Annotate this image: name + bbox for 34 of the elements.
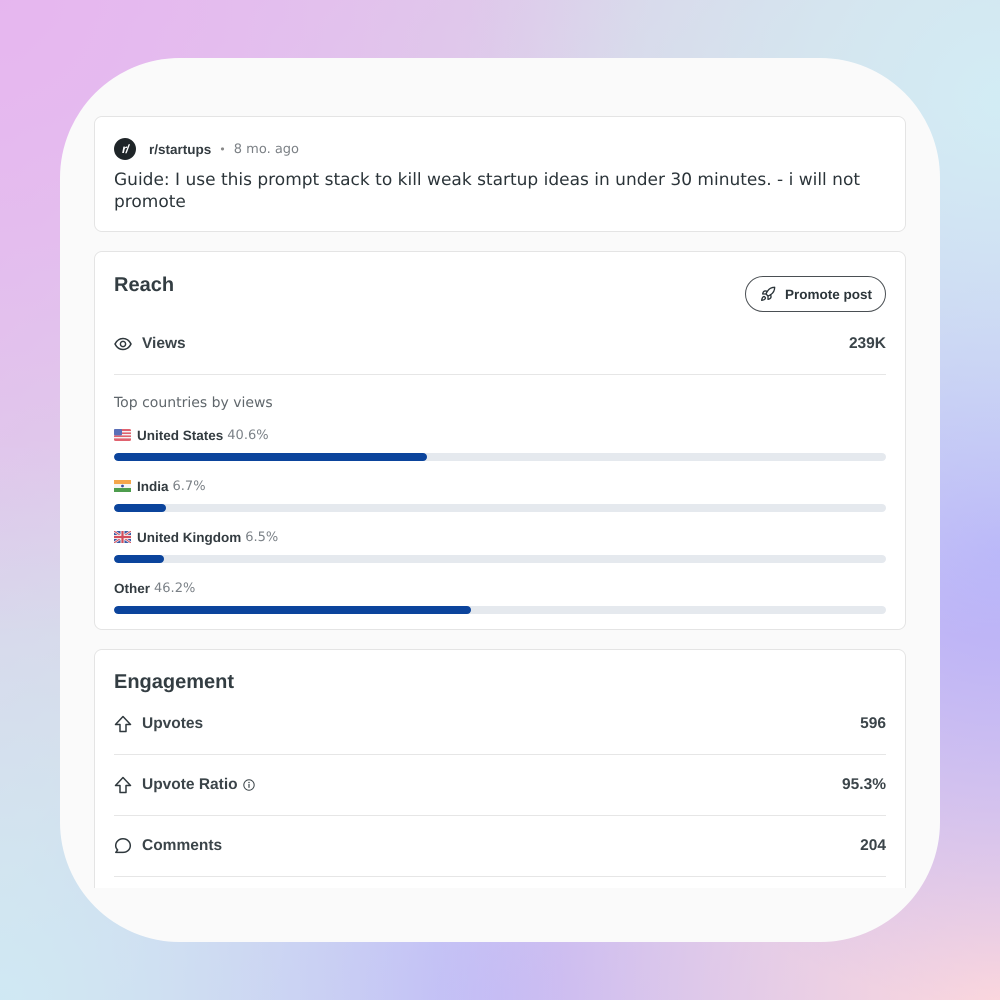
- country-share: 40.6%: [227, 428, 269, 442]
- eye-icon: [114, 337, 132, 351]
- subreddit-avatar: r/: [114, 138, 136, 160]
- info-icon[interactable]: [242, 779, 255, 791]
- rocket-icon: [760, 286, 776, 302]
- section-title: Engagement: [114, 670, 236, 694]
- uk-flag-icon: [114, 531, 131, 543]
- post-age: 8 mo. ago: [234, 142, 300, 156]
- india-flag-icon: [114, 480, 131, 492]
- subreddit-link[interactable]: r/startups: [149, 142, 212, 156]
- stat-label: Comments: [142, 837, 222, 855]
- stat-value: 204: [860, 837, 886, 855]
- stat-label: Upvote Ratio: [142, 776, 238, 794]
- country-share: 6.7%: [172, 478, 206, 494]
- comment-bubble-icon: [114, 837, 132, 855]
- country-name: United States: [137, 428, 224, 442]
- section-title: Reach: [114, 273, 174, 297]
- upvote-arrow-icon: [114, 776, 132, 794]
- post-title: Guide: I use this prompt stack to kill weak startup ideas in under 30 minutes. - i will not promote: [114, 169, 862, 213]
- stat-label: Views: [142, 335, 186, 353]
- promote-post-button[interactable]: Promote post: [744, 276, 886, 312]
- country-name: Other: [114, 580, 150, 596]
- us-flag-icon: [114, 429, 131, 441]
- upvote-arrow-icon: [114, 715, 132, 733]
- stat-value: 596: [860, 715, 886, 733]
- countries-heading: Top countries by views: [114, 394, 274, 413]
- country-name: India: [137, 478, 169, 494]
- meta-separator: •: [219, 142, 226, 156]
- country-share: 46.2%: [154, 580, 196, 596]
- stat-value: 239K: [848, 335, 886, 353]
- stat-value: 95.3%: [842, 776, 886, 794]
- country-share: 6.5%: [245, 530, 278, 544]
- stat-label: Upvotes: [142, 715, 204, 733]
- country-name: United Kingdom: [137, 530, 242, 544]
